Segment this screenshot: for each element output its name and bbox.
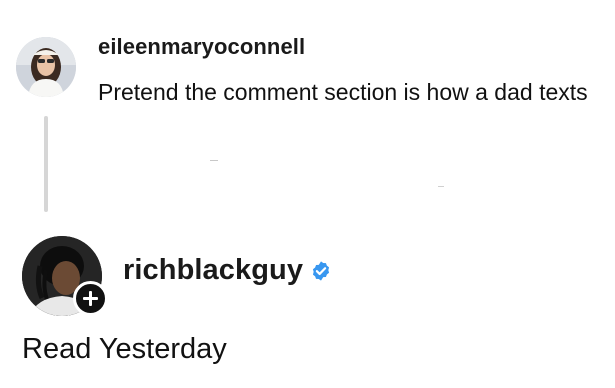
- divider-fragment: [438, 186, 444, 187]
- follow-button[interactable]: [73, 281, 108, 316]
- post-caption: Read Yesterday: [22, 333, 227, 365]
- profile-photo-icon: [16, 37, 76, 97]
- author-header: richblackguy: [123, 254, 332, 287]
- verified-badge-icon: [313, 260, 330, 281]
- divider-fragment: [210, 160, 218, 161]
- author-username[interactable]: richblackguy: [123, 254, 303, 287]
- thread-line: [44, 116, 48, 212]
- comment-username[interactable]: eileenmaryoconnell: [98, 34, 305, 60]
- avatar-eileenmaryoconnell[interactable]: [16, 37, 76, 97]
- plus-icon: [83, 291, 98, 306]
- comment-text: Pretend the comment section is how a dad…: [98, 79, 588, 105]
